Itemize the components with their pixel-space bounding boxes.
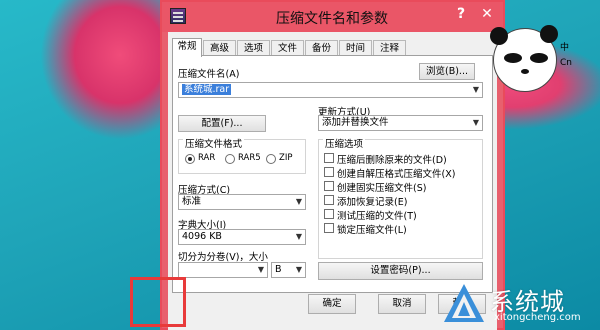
radio-zip-label: ZIP [279,153,293,163]
options-group-label: 压缩选项 [323,136,366,150]
split-volume-label: 切分为分卷(V)，大小 [178,252,268,263]
option-label: 锁定压缩文件(L) [337,225,407,236]
option-checkbox[interactable] [324,181,334,191]
radio-rar[interactable] [185,154,195,164]
split-size-input[interactable]: ▼ [178,262,268,278]
tab-advanced[interactable]: 高级 [203,40,236,56]
tab-files[interactable]: 文件 [271,40,304,56]
tab-options[interactable]: 选项 [237,40,270,56]
watermark-logo-icon [444,284,484,322]
tab-comment[interactable]: 注释 [373,40,406,56]
option-checkbox[interactable] [324,209,334,219]
radio-rar5-label: RAR5 [238,153,261,163]
split-unit-value: B [275,264,282,275]
panda-ear-left [490,27,508,45]
format-group-label: 压缩文件格式 [183,136,245,150]
browse-button[interactable]: 浏览(B)... [419,63,475,80]
winrar-app-icon [170,8,186,24]
help-icon[interactable]: ? [452,6,470,26]
compression-select[interactable]: 标准 ▼ [178,194,306,210]
cancel-button[interactable]: 取消 [378,294,426,314]
chevron-down-icon[interactable]: ▼ [296,263,302,277]
profiles-button[interactable]: 配置(F)... [178,115,266,132]
panda-eye-right [530,53,548,63]
option-checkbox[interactable] [324,153,334,163]
watermark-url: xitongcheng.com [494,312,581,323]
option-checkbox[interactable] [324,195,334,205]
dict-size-value: 4096 KB [182,231,222,242]
chevron-down-icon[interactable]: ▼ [473,83,479,97]
option-checkbox[interactable] [324,223,334,233]
option-label: 添加恢复记录(E) [337,197,408,208]
panda-eye-left [504,53,522,63]
compression-value: 标准 [182,196,202,207]
radio-zip[interactable] [266,154,276,164]
update-mode-select[interactable]: 添加并替换文件 ▼ [318,115,483,131]
panda-nose [521,69,529,74]
archive-name-input[interactable]: 系统城.rar ▼ [178,82,483,98]
tab-backup[interactable]: 备份 [305,40,338,56]
option-label: 压缩后删除原来的文件(D) [337,155,447,166]
title-bar[interactable]: 压缩文件名和参数 ? ✕ [162,2,503,32]
tab-time[interactable]: 时间 [339,40,372,56]
radio-rar5[interactable] [225,154,235,164]
panda-ear-right [540,25,558,43]
panda-side-text: Cn [560,58,572,68]
close-icon[interactable]: ✕ [476,6,498,26]
dialog-title: 压缩文件名和参数 [276,11,388,27]
chevron-down-icon[interactable]: ▼ [473,116,479,130]
chevron-down-icon[interactable]: ▼ [296,230,302,244]
archive-name-value: 系统城.rar [182,84,232,95]
tab-general[interactable]: 常规 [172,38,202,57]
archive-dialog: 压缩文件名和参数 ? ✕ 常规 高级 选项 文件 备份 时间 注释 压缩文件名(… [160,0,505,330]
option-label: 测试压缩的文件(T) [337,211,417,222]
panda-side-text: 中 [560,43,570,53]
update-mode-value: 添加并替换文件 [322,117,389,128]
ok-button[interactable]: 确定 [308,294,356,314]
chevron-down-icon[interactable]: ▼ [258,263,264,277]
archive-name-label: 压缩文件名(A) [178,69,240,80]
option-checkbox[interactable] [324,167,334,177]
panda-sticker [490,25,558,92]
split-unit-select[interactable]: B ▼ [271,262,306,278]
dict-size-select[interactable]: 4096 KB ▼ [178,229,306,245]
general-tab-panel: 压缩文件名(A) 浏览(B)... 系统城.rar ▼ 更新方式(U) 配置(F… [172,55,493,293]
option-label: 创建自解压格式压缩文件(X) [337,169,456,180]
chevron-down-icon[interactable]: ▼ [296,195,302,209]
radio-rar-label: RAR [198,153,216,163]
set-password-button[interactable]: 设置密码(P)... [318,262,483,280]
option-label: 创建固实压缩文件(S) [337,183,427,194]
